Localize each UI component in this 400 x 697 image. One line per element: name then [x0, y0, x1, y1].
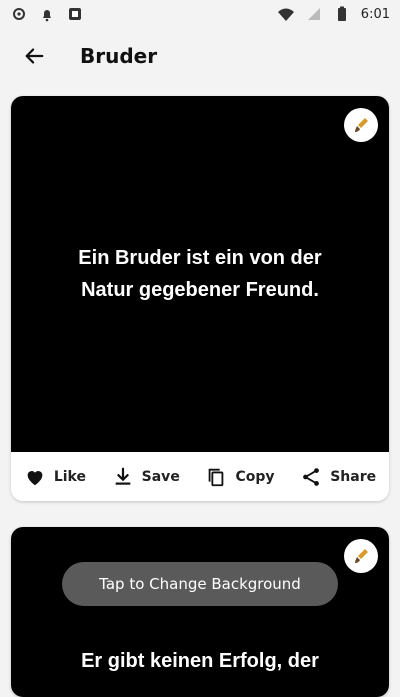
status-bar: 6:01	[0, 0, 400, 28]
copy-label: Copy	[235, 468, 275, 485]
battery-icon	[333, 5, 351, 23]
toast-message: Tap to Change Background	[62, 562, 338, 606]
wifi-icon	[277, 5, 295, 23]
heart-icon	[27, 470, 43, 485]
edit-background-button[interactable]	[344, 539, 378, 573]
quote-card: Ein Bruder ist ein von der Natur gegeben…	[11, 96, 389, 501]
media-icon	[66, 5, 84, 23]
action-bar: Like Save Copy Share	[11, 452, 389, 501]
save-button[interactable]: Save	[112, 466, 180, 488]
share-icon	[303, 467, 320, 486]
quote-text: Er gibt keinen Erfolg, der	[81, 650, 319, 672]
status-time: 6:01	[360, 6, 390, 22]
like-button[interactable]: Like	[24, 466, 86, 488]
status-left-icons	[10, 5, 84, 23]
edit-background-button[interactable]	[344, 108, 378, 142]
copy-icon	[209, 468, 224, 486]
paint-brush-icon	[355, 549, 368, 563]
quote-background[interactable]: Ein Bruder ist ein von der Natur gegeben…	[11, 96, 389, 452]
quote-text: Ein Bruder ist ein von der Natur gegeben…	[78, 247, 322, 301]
quote-card: Er gibt keinen Erfolg, der	[11, 527, 389, 697]
page-title: Bruder	[80, 44, 158, 68]
download-icon	[115, 467, 130, 485]
share-button[interactable]: Share	[300, 466, 376, 488]
quote-background[interactable]: Er gibt keinen Erfolg, der	[11, 527, 389, 697]
like-label: Like	[53, 468, 86, 485]
back-arrow-icon	[25, 48, 44, 64]
notification-icon	[38, 5, 56, 23]
copy-button[interactable]: Copy	[205, 466, 275, 488]
app-bar: Bruder	[0, 28, 400, 84]
paint-brush-icon	[355, 118, 368, 132]
back-button[interactable]	[12, 34, 56, 78]
signal-icon	[305, 5, 323, 23]
status-right: 6:01	[277, 5, 390, 23]
save-label: Save	[141, 468, 180, 485]
settings-icon	[10, 5, 28, 23]
share-label: Share	[330, 468, 377, 485]
